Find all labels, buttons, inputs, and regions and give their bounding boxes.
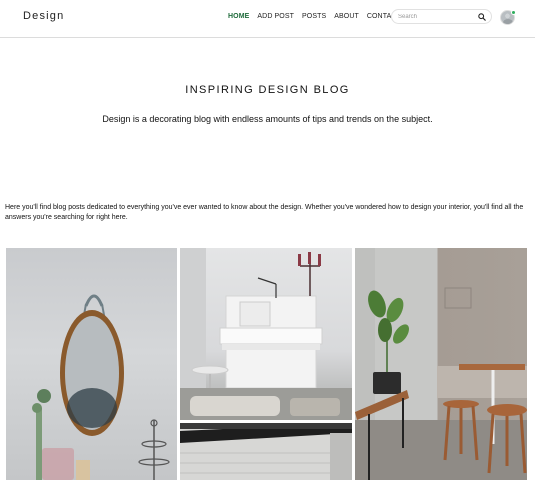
nav-add-post[interactable]: ADD POST [257, 13, 294, 20]
photo-mirror[interactable] [6, 248, 177, 480]
photo-piano[interactable] [180, 248, 352, 420]
brand-logo[interactable]: Design [23, 10, 64, 22]
intro-paragraph: Here you'll find blog posts dedicated to… [5, 204, 524, 221]
nav-links: HOME ADD POST POSTS ABOUT CONTACT [228, 13, 409, 20]
online-status-dot [511, 10, 516, 15]
search-input[interactable] [398, 12, 476, 22]
nav-home[interactable]: HOME [228, 13, 249, 20]
nav-posts[interactable]: POSTS [302, 13, 326, 20]
navbar: Design HOME ADD POST POSTS ABOUT CONTACT [0, 0, 535, 38]
piano-illustration [180, 248, 352, 420]
page-subtitle: Design is a decorating blog with endless… [102, 114, 433, 124]
plant-stools-illustration [355, 248, 527, 480]
nav-about[interactable]: ABOUT [334, 13, 359, 20]
brick-wall-illustration [180, 423, 352, 480]
search-icon[interactable] [478, 13, 486, 21]
mirror-illustration [32, 294, 170, 480]
photo-brick-wall[interactable] [180, 423, 352, 480]
search-box [391, 9, 492, 24]
page-title: INSPIRING DESIGN BLOG [185, 84, 350, 96]
photo-plant-stools[interactable] [355, 248, 527, 480]
